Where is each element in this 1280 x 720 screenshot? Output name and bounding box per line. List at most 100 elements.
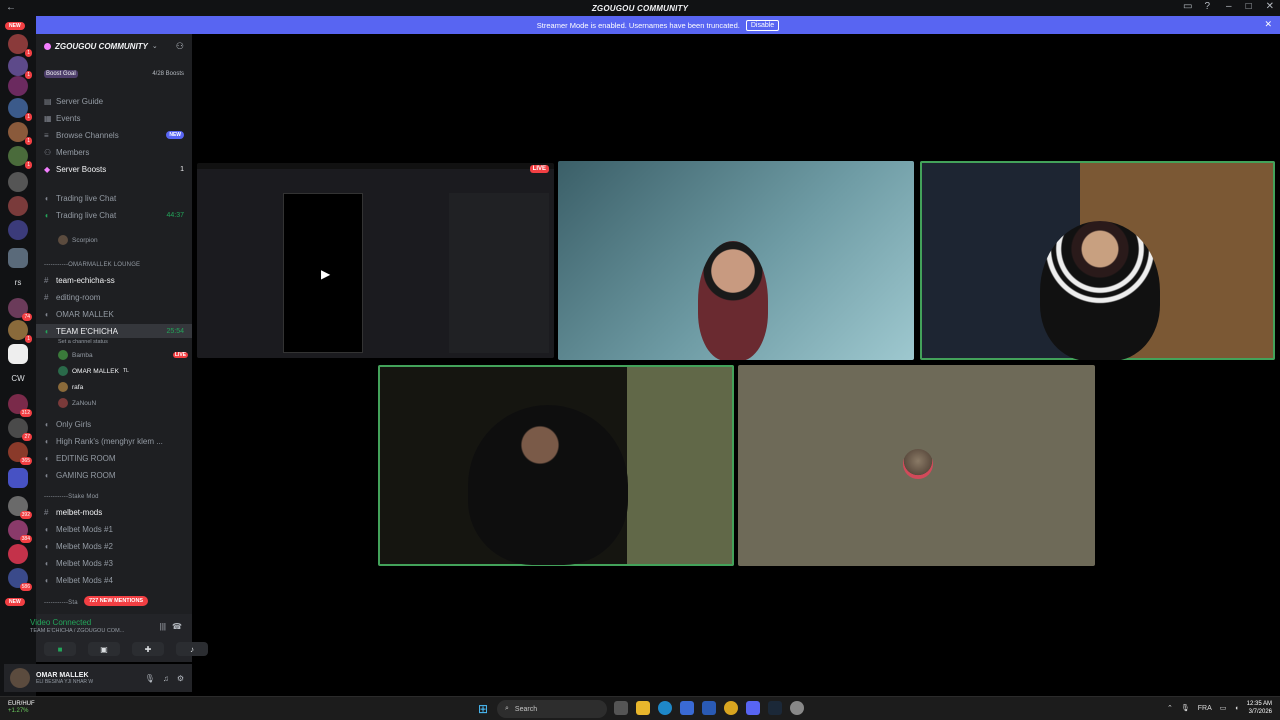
- maximize-icon[interactable]: □: [1246, 1, 1252, 12]
- server-icon[interactable]: 27: [8, 418, 32, 441]
- channel-only-girls[interactable]: ◖ Only Girls: [36, 417, 192, 431]
- channel-trading-chat[interactable]: ◖ Trading live Chat: [36, 191, 192, 205]
- avatar[interactable]: [10, 668, 30, 688]
- help-icon[interactable]: ?: [1204, 1, 1210, 12]
- server-text-rs[interactable]: rs: [0, 278, 36, 287]
- banner-close-icon[interactable]: ✕: [1264, 19, 1272, 30]
- chrome-icon[interactable]: [724, 701, 738, 715]
- minimize-icon[interactable]: –: [1226, 1, 1232, 12]
- server-icon[interactable]: 365: [8, 442, 32, 465]
- microphone-tray-icon[interactable]: 🎙: [1181, 704, 1190, 712]
- new-pill-bottom[interactable]: NEW: [5, 598, 25, 606]
- language-indicator[interactable]: FRA: [1198, 705, 1212, 712]
- discord-icon[interactable]: [746, 701, 760, 715]
- user-name[interactable]: OMAR MALLEK: [36, 672, 93, 679]
- voice-user[interactable]: Bamba LIVE: [58, 348, 188, 362]
- channel-trading-chat-voice[interactable]: ◖ Trading live Chat 44:37: [36, 208, 192, 222]
- file-explorer-icon[interactable]: [636, 701, 650, 715]
- add-member-icon[interactable]: ⚇: [176, 41, 184, 52]
- channel-melbet-mods[interactable]: # melbet-mods: [36, 505, 192, 519]
- headphones-icon[interactable]: ♫: [163, 674, 169, 683]
- server-icon[interactable]: 1: [8, 122, 32, 145]
- soundboard-button[interactable]: ♪: [176, 642, 208, 656]
- server-icon[interactable]: [8, 344, 28, 364]
- inbox-icon[interactable]: ▭: [1183, 1, 1192, 12]
- channel-melbet-mods-1[interactable]: ◖ Melbet Mods #1: [36, 522, 192, 536]
- clock[interactable]: 12:35 AM 3/7/2026: [1247, 700, 1272, 716]
- video-tile[interactable]: [558, 161, 914, 360]
- channel-melbet-mods-4[interactable]: ◖ Melbet Mods #4: [36, 573, 192, 587]
- voice-channel-name[interactable]: TEAM E'CHICHA / ZGOUGOU COM...: [30, 628, 124, 634]
- avatar-tile[interactable]: [738, 365, 1095, 566]
- voice-user[interactable]: ZaNouN: [58, 396, 188, 410]
- windows-start-icon[interactable]: ⊞: [478, 702, 492, 716]
- store-icon[interactable]: [680, 701, 694, 715]
- task-view-icon[interactable]: [614, 701, 628, 715]
- menu-server-boosts[interactable]: ◆ Server Boosts 1: [36, 162, 192, 176]
- channel-omar-mallek[interactable]: ◖ OMAR MALLEK: [36, 307, 192, 321]
- taskbar-search[interactable]: ⌕ Search: [497, 700, 607, 718]
- channel-melbet-mods-3[interactable]: ◖ Melbet Mods #3: [36, 556, 192, 570]
- server-text-cw[interactable]: CW: [0, 374, 36, 383]
- server-icon[interactable]: 1: [8, 320, 32, 343]
- server-icon[interactable]: 384: [8, 520, 32, 543]
- video-tile-speaking[interactable]: [378, 365, 734, 566]
- edge-icon[interactable]: [658, 701, 672, 715]
- camera-button[interactable]: ■: [44, 642, 76, 656]
- app-icon[interactable]: [790, 701, 804, 715]
- boost-goal[interactable]: Boost Goal 4/28 Boosts: [44, 68, 184, 80]
- disconnect-icon[interactable]: ☎: [172, 622, 182, 631]
- screenshare-button[interactable]: ▣: [88, 642, 120, 656]
- server-header[interactable]: ZGOUGOU COMMUNITY ⌄ ⚇: [36, 34, 192, 58]
- new-mentions-pill[interactable]: 727 NEW MENTIONS: [84, 596, 149, 606]
- server-icon[interactable]: [8, 196, 28, 216]
- server-icon[interactable]: [8, 220, 28, 240]
- channel-status[interactable]: Set a channel status: [58, 335, 188, 349]
- menu-browse-channels[interactable]: ≡ Browse Channels NEW: [36, 128, 192, 142]
- category-stake-mod[interactable]: -----------Stake Mod: [44, 494, 184, 500]
- channel-high-ranks[interactable]: ◖ High Rank's (menghyr klem ...: [36, 434, 192, 448]
- disable-streamer-mode-button[interactable]: Disable: [745, 19, 780, 31]
- channel-gaming-room[interactable]: ◖ GAMING ROOM: [36, 468, 192, 482]
- weather-widget[interactable]: EUR/HUF +1.27%: [8, 701, 35, 715]
- voice-status[interactable]: Video Connected: [30, 618, 91, 627]
- category-omarmallek-lounge[interactable]: -----------OMARMALLEK LOUNGE: [44, 262, 184, 268]
- channel-editing-room[interactable]: # editing-room: [36, 290, 192, 304]
- stream-tile[interactable]: ▶ LIVE: [197, 163, 554, 358]
- close-window-icon[interactable]: ✕: [1266, 1, 1274, 12]
- channel-melbet-mods-2[interactable]: ◖ Melbet Mods #2: [36, 539, 192, 553]
- server-icon[interactable]: [8, 544, 28, 564]
- server-icon[interactable]: [8, 76, 28, 96]
- volume-icon[interactable]: ◖: [1234, 705, 1238, 712]
- back-arrow-icon[interactable]: ←: [6, 2, 16, 13]
- server-icon[interactable]: 74: [8, 298, 32, 321]
- voice-user[interactable]: Scorpion: [58, 233, 188, 247]
- server-icon[interactable]: 1: [8, 56, 32, 79]
- server-icon[interactable]: 1: [8, 146, 32, 169]
- server-icon[interactable]: [8, 248, 28, 268]
- menu-members[interactable]: ⚇ Members: [36, 145, 192, 159]
- channel-team-echicha-ss[interactable]: # team-echicha-ss: [36, 273, 192, 287]
- microphone-icon[interactable]: 🎙: [145, 674, 155, 683]
- server-icon[interactable]: [8, 172, 28, 192]
- new-pill-top[interactable]: NEW: [5, 22, 25, 30]
- voice-user[interactable]: OMAR MALLEK TL: [58, 364, 188, 378]
- server-icon[interactable]: 586: [8, 568, 32, 591]
- server-icon[interactable]: 392: [8, 496, 32, 519]
- settings-gear-icon[interactable]: ⚙: [177, 674, 184, 683]
- folder-icon[interactable]: [8, 468, 28, 488]
- channel-editing-room-voice[interactable]: ◖ EDITING ROOM: [36, 451, 192, 465]
- steam-icon[interactable]: [768, 701, 782, 715]
- noise-suppression-icon[interactable]: |||: [160, 622, 166, 631]
- mail-icon[interactable]: [702, 701, 716, 715]
- network-icon[interactable]: ▭: [1220, 704, 1227, 712]
- chevron-up-icon[interactable]: ⌃: [1167, 704, 1173, 712]
- server-icon[interactable]: 1: [8, 34, 32, 57]
- voice-user[interactable]: rafa: [58, 380, 188, 394]
- server-icon[interactable]: 312: [8, 394, 32, 417]
- video-tile-speaking[interactable]: [920, 161, 1275, 360]
- menu-server-guide[interactable]: ▤ Server Guide: [36, 94, 192, 108]
- menu-events[interactable]: ▦ Events: [36, 111, 192, 125]
- activities-button[interactable]: ✚: [132, 642, 164, 656]
- server-icon[interactable]: 1: [8, 98, 32, 121]
